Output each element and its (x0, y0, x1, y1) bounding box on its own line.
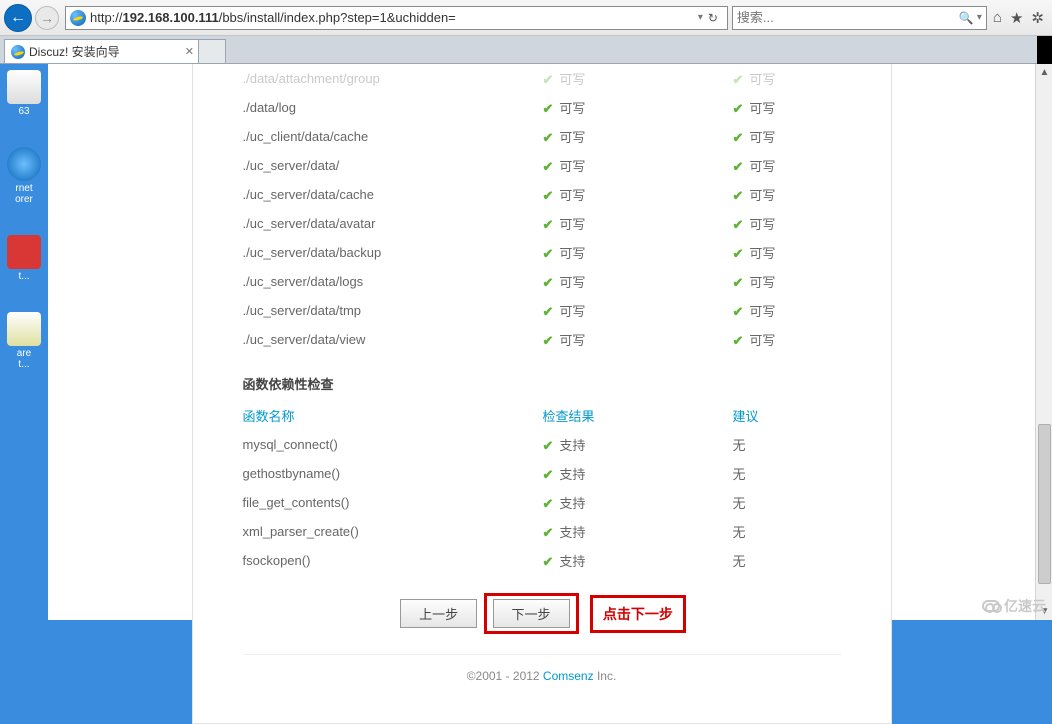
scroll-up-arrow[interactable]: ▲ (1036, 64, 1052, 81)
check-icon (733, 217, 744, 233)
check-icon (733, 159, 744, 175)
table-row: mysql_connect()支持无 (243, 430, 841, 459)
scroll-thumb[interactable] (1038, 424, 1051, 584)
annotation-label: 点击下一步 (590, 595, 686, 633)
check-icon (733, 101, 744, 117)
check-icon (733, 275, 744, 291)
ie-tools: ⌂ ★ ✲ (993, 9, 1048, 27)
home-icon[interactable]: ⌂ (993, 9, 1002, 26)
search-dropdown-icon[interactable]: ▾ (977, 12, 982, 23)
table-row: file_get_contents()支持无 (243, 488, 841, 517)
table-row: ./uc_server/data/可写可写 (243, 151, 841, 180)
forward-button[interactable]: → (35, 6, 59, 30)
desktop-icon-ie[interactable]: rnet orer (2, 147, 46, 205)
ie-navigation-bar: ← → http://192.168.100.111/bbs/install/i… (0, 0, 1052, 36)
check-icon (733, 130, 744, 146)
settings-icon[interactable]: ✲ (1031, 9, 1044, 27)
search-input[interactable] (737, 10, 959, 25)
table-header: 函数名称 检查结果 建议 (243, 401, 841, 430)
table-row: ./data/log可写可写 (243, 93, 841, 122)
check-icon (543, 101, 554, 117)
prev-step-button[interactable]: 上一步 (400, 599, 477, 628)
next-step-highlight: 下一步 (484, 593, 579, 634)
check-icon (543, 438, 554, 454)
check-icon (733, 72, 744, 88)
search-bar[interactable]: 🔍 ▾ (732, 6, 987, 30)
desktop-icon[interactable]: t... (2, 235, 46, 282)
check-icon (543, 217, 554, 233)
desktop-icon[interactable]: are t... (2, 312, 46, 370)
ie-icon (70, 10, 86, 26)
tab-label: Discuz! 安装向导 (29, 43, 120, 60)
back-button[interactable]: ← (4, 4, 32, 32)
check-icon (543, 554, 554, 570)
function-check-table: 函数名称 检查结果 建议 mysql_connect()支持无gethostby… (243, 401, 841, 575)
vertical-scrollbar[interactable]: ▲ ▼ (1035, 64, 1052, 620)
button-row: 上一步 下一步 点击下一步 (243, 575, 841, 640)
check-icon (733, 246, 744, 262)
check-icon (543, 333, 554, 349)
file-permission-table: ./data/attachment/group可写可写./data/log可写可… (243, 64, 841, 354)
new-tab-button[interactable] (198, 39, 226, 63)
check-icon (543, 246, 554, 262)
next-step-button[interactable]: 下一步 (493, 599, 570, 628)
check-icon (543, 275, 554, 291)
check-icon (543, 304, 554, 320)
install-panel: ./data/attachment/group可写可写./data/log可写可… (192, 64, 892, 724)
check-icon (543, 72, 554, 88)
table-row: gethostbyname()支持无 (243, 459, 841, 488)
favorites-icon[interactable]: ★ (1010, 9, 1023, 27)
browser-viewport: ./data/attachment/group可写可写./data/log可写可… (48, 64, 1035, 620)
check-icon (733, 333, 744, 349)
footer: ©2001 - 2012 Comsenz Inc. (243, 654, 841, 703)
section-title-functions: 函数依赖性检查 (243, 354, 841, 401)
table-row: fsockopen()支持无 (243, 546, 841, 575)
check-icon (543, 467, 554, 483)
table-row: ./data/attachment/group可写可写 (243, 64, 841, 93)
check-icon (543, 159, 554, 175)
check-icon (543, 496, 554, 512)
table-row: ./uc_server/data/view可写可写 (243, 325, 841, 354)
comsenz-link[interactable]: Comsenz (543, 669, 594, 683)
ie-icon (11, 45, 25, 59)
table-row: ./uc_server/data/tmp可写可写 (243, 296, 841, 325)
desktop-icons: 63 rnet orer t... are t... (2, 70, 46, 370)
desktop-icon[interactable]: 63 (2, 70, 46, 117)
refresh-button[interactable]: ↻ (703, 11, 723, 25)
table-row: ./uc_client/data/cache可写可写 (243, 122, 841, 151)
table-row: xml_parser_create()支持无 (243, 517, 841, 546)
check-icon (733, 188, 744, 204)
table-row: ./uc_server/data/avatar可写可写 (243, 209, 841, 238)
check-icon (733, 304, 744, 320)
tab-strip: Discuz! 安装向导 ✕ (0, 36, 1052, 64)
check-icon (543, 525, 554, 541)
address-bar[interactable]: http://192.168.100.111/bbs/install/index… (65, 6, 728, 30)
table-row: ./uc_server/data/cache可写可写 (243, 180, 841, 209)
table-row: ./uc_server/data/logs可写可写 (243, 267, 841, 296)
search-icon[interactable]: 🔍 (959, 11, 975, 25)
tab-discuz-install[interactable]: Discuz! 安装向导 ✕ (4, 39, 199, 63)
url-text: http://192.168.100.111/bbs/install/index… (90, 10, 456, 25)
watermark-icon (982, 600, 1000, 612)
check-icon (543, 130, 554, 146)
check-icon (543, 188, 554, 204)
tab-close-icon[interactable]: ✕ (185, 45, 194, 58)
table-row: ./uc_server/data/backup可写可写 (243, 238, 841, 267)
watermark: 亿速云 (982, 596, 1046, 616)
